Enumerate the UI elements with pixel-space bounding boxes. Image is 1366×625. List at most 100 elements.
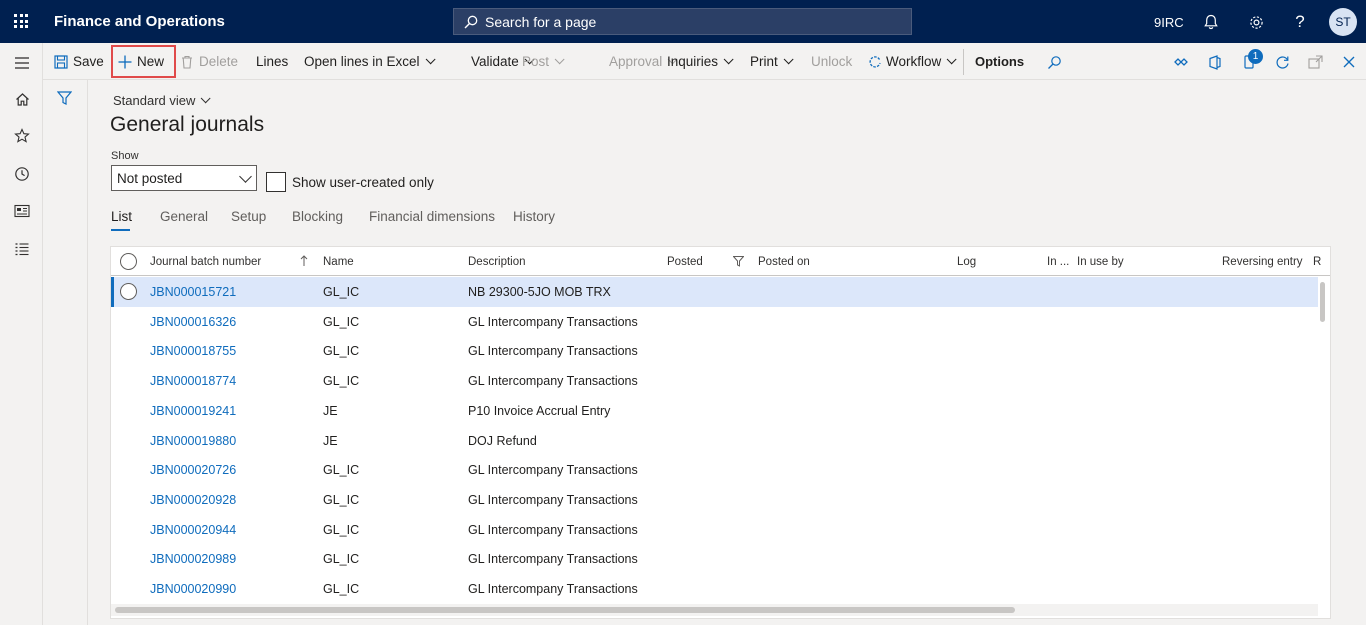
column-header-posted-on[interactable]: Posted on: [758, 256, 810, 268]
user-created-only-checkbox[interactable]: [266, 172, 286, 192]
column-header-reversing-entry[interactable]: Reversing entry: [1222, 256, 1303, 268]
inquiries-menu[interactable]: Inquiries: [667, 54, 734, 69]
journal-batch-link[interactable]: JBN000016326: [150, 315, 236, 329]
journal-batch-link[interactable]: JBN000018755: [150, 344, 236, 358]
search-icon: [464, 15, 478, 28]
open-new-window-icon[interactable]: [1306, 53, 1324, 71]
select-all-radio[interactable]: [120, 253, 137, 270]
recent-clock-icon[interactable]: [12, 164, 32, 184]
grid-header: Journal batch number Name Description Po…: [111, 247, 1330, 276]
new-button[interactable]: New: [118, 54, 164, 69]
column-header-name[interactable]: Name: [323, 256, 354, 268]
filter-icon[interactable]: [56, 91, 73, 108]
show-dropdown-value: Not posted: [117, 170, 183, 186]
company-selector[interactable]: 9IRC: [1154, 15, 1184, 30]
save-button[interactable]: Save: [54, 54, 104, 69]
unlock-button[interactable]: Unlock: [811, 54, 852, 69]
tab-financial-dimensions[interactable]: Financial dimensions: [369, 209, 495, 224]
table-row[interactable]: JBN000018755 GL_IC GL Intercompany Transac…: [111, 336, 1318, 366]
journal-name-cell: GL_IC: [323, 582, 360, 596]
tab-setup[interactable]: Setup: [231, 209, 266, 224]
hamburger-menu-icon[interactable]: [12, 53, 32, 73]
workspaces-icon[interactable]: [12, 201, 32, 221]
tab-blocking[interactable]: Blocking: [292, 209, 343, 224]
options-tab[interactable]: Options: [975, 54, 1024, 69]
journal-name-cell: JE: [323, 403, 338, 418]
home-icon[interactable]: [12, 89, 32, 109]
show-dropdown[interactable]: Not posted: [111, 165, 257, 191]
table-row[interactable]: JBN000020944 GL_IC GL Intercompany Transac…: [111, 515, 1318, 545]
approval-menu[interactable]: Approval: [609, 54, 678, 69]
post-menu[interactable]: Post: [522, 54, 565, 69]
row-select-radio[interactable]: [120, 283, 137, 300]
show-label: Show: [111, 150, 139, 162]
validate-label: Validate: [471, 54, 519, 69]
table-row[interactable]: JBN000020928 GL_IC GL Intercompany Transac…: [111, 485, 1318, 515]
column-header-posted[interactable]: Posted: [667, 256, 703, 268]
avatar[interactable]: ST: [1329, 8, 1357, 36]
column-header-journal-batch-number[interactable]: Journal batch number: [150, 256, 261, 268]
journal-batch-link[interactable]: JBN000020990: [150, 582, 236, 596]
bell-icon[interactable]: [1201, 12, 1221, 32]
horizontal-scrollbar[interactable]: [115, 607, 1015, 613]
journal-batch-link[interactable]: JBN000019880: [150, 434, 236, 448]
vertical-scrollbar[interactable]: [1320, 282, 1325, 322]
search-input[interactable]: [485, 13, 885, 30]
app-launcher-icon[interactable]: [14, 14, 28, 28]
open-lines-in-excel-menu[interactable]: Open lines in Excel: [304, 54, 436, 69]
column-header-description[interactable]: Description: [468, 256, 526, 268]
journal-batch-link[interactable]: JBN000020989: [150, 552, 236, 566]
tab-list[interactable]: List: [111, 209, 132, 224]
delete-label: Delete: [199, 54, 239, 69]
journal-description-cell: GL Intercompany Transactions: [468, 374, 638, 389]
save-icon: [54, 54, 68, 69]
table-row[interactable]: JBN000020989 GL_IC GL Intercompany Transac…: [111, 544, 1318, 574]
column-filter-icon[interactable]: [733, 256, 744, 267]
column-header-in-use-by[interactable]: In use by: [1077, 256, 1124, 268]
tab-general[interactable]: General: [160, 209, 208, 224]
lines-button[interactable]: Lines: [256, 54, 288, 69]
journal-batch-link[interactable]: JBN000020944: [150, 523, 236, 537]
journal-name-cell: GL_IC: [323, 463, 360, 478]
print-label: Print: [750, 54, 778, 69]
print-menu[interactable]: Print: [750, 54, 794, 69]
column-header-truncated[interactable]: R: [1313, 256, 1321, 268]
workflow-menu[interactable]: Workflow: [868, 54, 957, 69]
post-label: Post: [522, 54, 550, 69]
help-icon[interactable]: ?: [1290, 12, 1310, 32]
journal-description-cell: GL Intercompany Transactions: [468, 314, 638, 329]
table-row[interactable]: JBN000020726 GL_IC GL Intercompany Transac…: [111, 455, 1318, 485]
office-icon[interactable]: [1206, 53, 1224, 71]
gear-icon[interactable]: [1246, 12, 1266, 32]
chevron-down-icon: [554, 54, 565, 65]
table-row[interactable]: JBN000019880 JE DOJ Refund: [111, 426, 1318, 456]
chevron-down-icon: [783, 54, 794, 65]
table-row[interactable]: JBN000015721 GL_IC NB 29300-5JO MOB TRX: [111, 277, 1318, 307]
table-row[interactable]: JBN000016326 GL_IC GL Intercompany Transac…: [111, 307, 1318, 337]
journal-description-cell: GL Intercompany Transactions: [468, 522, 638, 537]
journal-batch-link[interactable]: JBN000020928: [150, 493, 236, 507]
refresh-icon[interactable]: [1273, 53, 1291, 71]
journal-batch-link[interactable]: JBN000018774: [150, 374, 236, 388]
favorites-star-icon[interactable]: [12, 126, 32, 146]
journal-batch-link[interactable]: JBN000015721: [150, 285, 236, 299]
options-label: Options: [975, 54, 1025, 69]
app-title[interactable]: Finance and Operations: [54, 13, 225, 30]
journal-batch-link[interactable]: JBN000020726: [150, 463, 236, 477]
column-header-in-use[interactable]: In ...: [1047, 256, 1069, 268]
close-icon[interactable]: [1340, 53, 1358, 71]
page-search[interactable]: [453, 8, 912, 35]
table-row[interactable]: JBN000020990 GL_IC GL Intercompany Transac…: [111, 574, 1318, 604]
journal-batch-link[interactable]: JBN000019241: [150, 404, 236, 418]
delete-button[interactable]: Delete: [181, 54, 238, 69]
table-row[interactable]: JBN000018774 GL_IC GL Intercompany Transac…: [111, 366, 1318, 396]
action-search-icon[interactable]: [1045, 53, 1063, 71]
workflow-label: Workflow: [886, 54, 942, 69]
table-row[interactable]: JBN000019241 JE P10 Invoice Accrual Entry: [111, 396, 1318, 426]
modules-list-icon[interactable]: [12, 239, 32, 259]
sort-ascending-icon: [300, 255, 308, 266]
power-apps-icon[interactable]: [1172, 53, 1190, 71]
column-header-log[interactable]: Log: [957, 256, 976, 268]
tab-history[interactable]: History: [513, 209, 555, 224]
view-selector[interactable]: Standard view: [113, 93, 211, 108]
